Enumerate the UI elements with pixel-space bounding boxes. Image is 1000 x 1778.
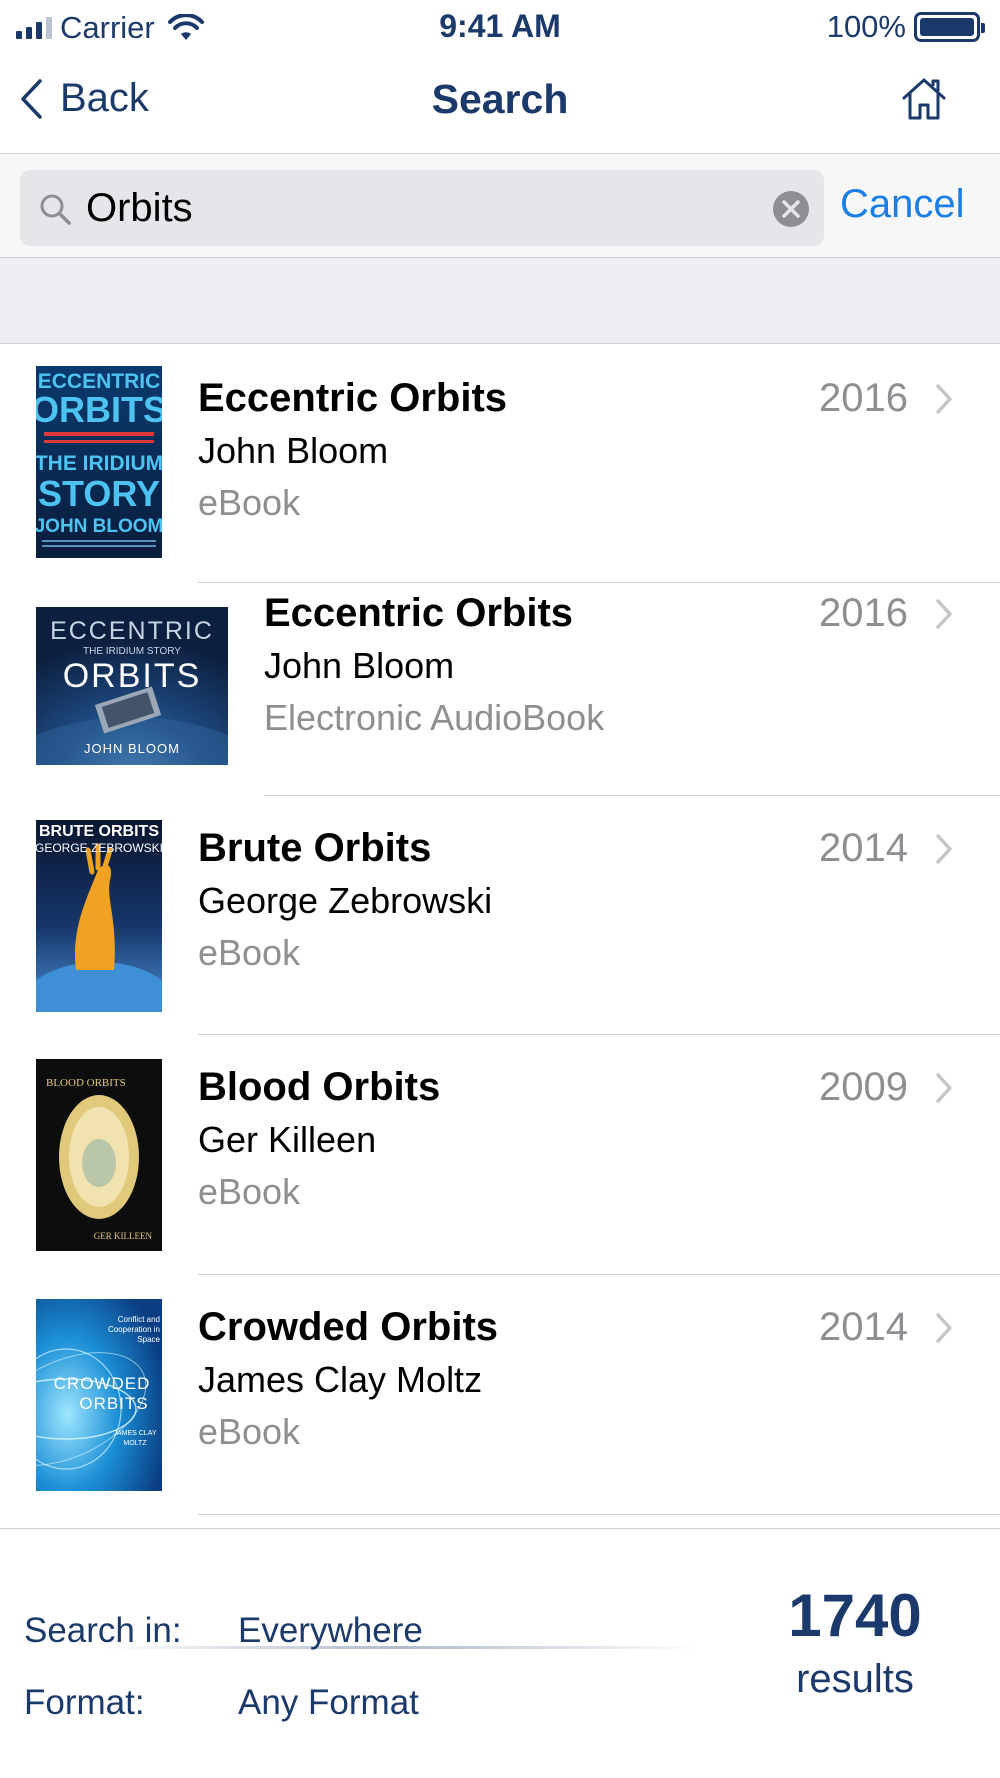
list-item[interactable]: BLOOD ORBITS GER KILLEEN Blood Orbits Ge… xyxy=(0,1035,1000,1275)
battery-icon xyxy=(914,12,985,42)
search-bar: Cancel xyxy=(0,154,1000,258)
search-in-label: Search in: xyxy=(24,1611,182,1650)
cover-text: JAMES CLAY MOLTZ xyxy=(113,1430,157,1447)
section-header xyxy=(0,258,1000,344)
cover-text: JOHN BLOOM xyxy=(36,516,162,537)
cover-text: GEORGE ZEBROWSKI xyxy=(36,841,162,855)
result-format: eBook xyxy=(198,1411,301,1452)
list-item[interactable]: BRUTE ORBITS GEORGE ZEBROWSKI Brute Orbi… xyxy=(0,796,1000,1058)
result-title: Eccentric Orbits xyxy=(264,591,574,635)
navigation-bar: Back Search xyxy=(0,52,1000,154)
cover-text: Conflict and Cooperation in Space xyxy=(107,1315,160,1344)
chevron-right-icon xyxy=(936,384,952,414)
book-cover: ECCENTRIC ORBITS THE IRIDIUM STORY JOHN … xyxy=(31,366,167,558)
book-cover: ECCENTRIC THE IRIDIUM STORY ORBITS JOHN … xyxy=(0,607,282,877)
result-title: Crowded Orbits xyxy=(198,1305,499,1349)
results-count-label: results xyxy=(796,1657,914,1701)
row-separator xyxy=(198,1514,1000,1515)
chevron-right-icon xyxy=(936,834,952,864)
search-in-selector[interactable]: Everywhere xyxy=(238,1611,423,1651)
cover-art: ECCENTRIC THE IRIDIUM STORY ORBITS JOHN … xyxy=(0,607,282,877)
results-count: 1740 xyxy=(788,1582,922,1649)
search-field[interactable] xyxy=(20,170,824,246)
cover-text: ECCENTRIC xyxy=(50,617,214,645)
result-year: 2009 xyxy=(819,1065,908,1109)
result-author: George Zebrowski xyxy=(198,880,493,921)
search-icon xyxy=(40,194,71,225)
cover-text: ORBITS xyxy=(79,1394,148,1413)
chevron-right-icon xyxy=(936,599,952,629)
result-title: Eccentric Orbits xyxy=(198,376,508,420)
cover-text: CROWDED xyxy=(54,1374,151,1393)
clear-icon[interactable] xyxy=(772,190,810,228)
filter-divider xyxy=(100,1646,700,1649)
status-right: 100% xyxy=(826,9,985,45)
list-item[interactable]: Conflict and Cooperation in Space CROWDE… xyxy=(0,1275,1000,1515)
cover-text: ORBITS xyxy=(63,657,202,695)
battery-percentage: 100% xyxy=(826,9,906,44)
cover-art: BLOOD ORBITS GER KILLEEN xyxy=(36,1059,162,1251)
cover-art: BRUTE ORBITS GEORGE ZEBROWSKI xyxy=(19,820,179,1058)
result-year: 2014 xyxy=(819,826,908,870)
result-year: 2014 xyxy=(819,1305,908,1349)
format-label: Format: xyxy=(24,1683,145,1722)
cover-text: GER KILLEEN xyxy=(94,1231,153,1241)
search-filter-footer: Search in: Everywhere Format: Any Format… xyxy=(0,1528,1000,1778)
results-list: ECCENTRIC ORBITS THE IRIDIUM STORY JOHN … xyxy=(0,344,1000,1515)
home-icon[interactable] xyxy=(900,76,948,122)
result-author: John Bloom xyxy=(198,430,389,471)
cover-text: ORBITS xyxy=(36,389,162,430)
result-title: Brute Orbits xyxy=(198,826,432,870)
cover-text: BRUTE ORBITS xyxy=(39,823,159,840)
cover-text: BLOOD ORBITS xyxy=(46,1077,126,1089)
result-year: 2016 xyxy=(819,591,908,635)
result-author: Ger Killeen xyxy=(198,1119,377,1160)
cover-text: STORY xyxy=(38,473,160,514)
format-selector[interactable]: Any Format xyxy=(238,1683,419,1723)
cover-text: THE IRIDIUM xyxy=(36,452,162,475)
list-item[interactable]: ECCENTRIC THE IRIDIUM STORY ORBITS JOHN … xyxy=(0,583,1000,877)
result-format: eBook xyxy=(198,482,301,523)
list-item[interactable]: ECCENTRIC ORBITS THE IRIDIUM STORY JOHN … xyxy=(0,344,1000,583)
book-cover: BLOOD ORBITS GER KILLEEN xyxy=(36,1059,162,1251)
cover-text: THE IRIDIUM STORY xyxy=(83,646,181,657)
cover-text: JOHN BLOOM xyxy=(84,741,180,756)
result-format: eBook xyxy=(198,1171,301,1212)
chevron-right-icon xyxy=(936,1073,952,1103)
result-year: 2016 xyxy=(819,376,908,420)
book-cover: BRUTE ORBITS GEORGE ZEBROWSKI xyxy=(19,820,179,1058)
cover-art: Conflict and Cooperation in Space CROWDE… xyxy=(0,1299,162,1491)
status-bar: Carrier 9:41 AM 100% xyxy=(0,0,1000,52)
chevron-right-icon xyxy=(936,1313,952,1343)
result-format: Electronic AudioBook xyxy=(264,697,605,738)
book-cover: Conflict and Cooperation in Space CROWDE… xyxy=(0,1299,162,1491)
cancel-button[interactable]: Cancel xyxy=(840,182,965,227)
result-title: Blood Orbits xyxy=(198,1065,441,1109)
page-title: Search xyxy=(431,76,569,122)
result-author: James Clay Moltz xyxy=(198,1359,483,1400)
cover-art: ECCENTRIC ORBITS THE IRIDIUM STORY JOHN … xyxy=(31,366,167,558)
result-author: John Bloom xyxy=(264,645,455,686)
search-input[interactable] xyxy=(86,180,766,236)
result-format: eBook xyxy=(198,932,301,973)
